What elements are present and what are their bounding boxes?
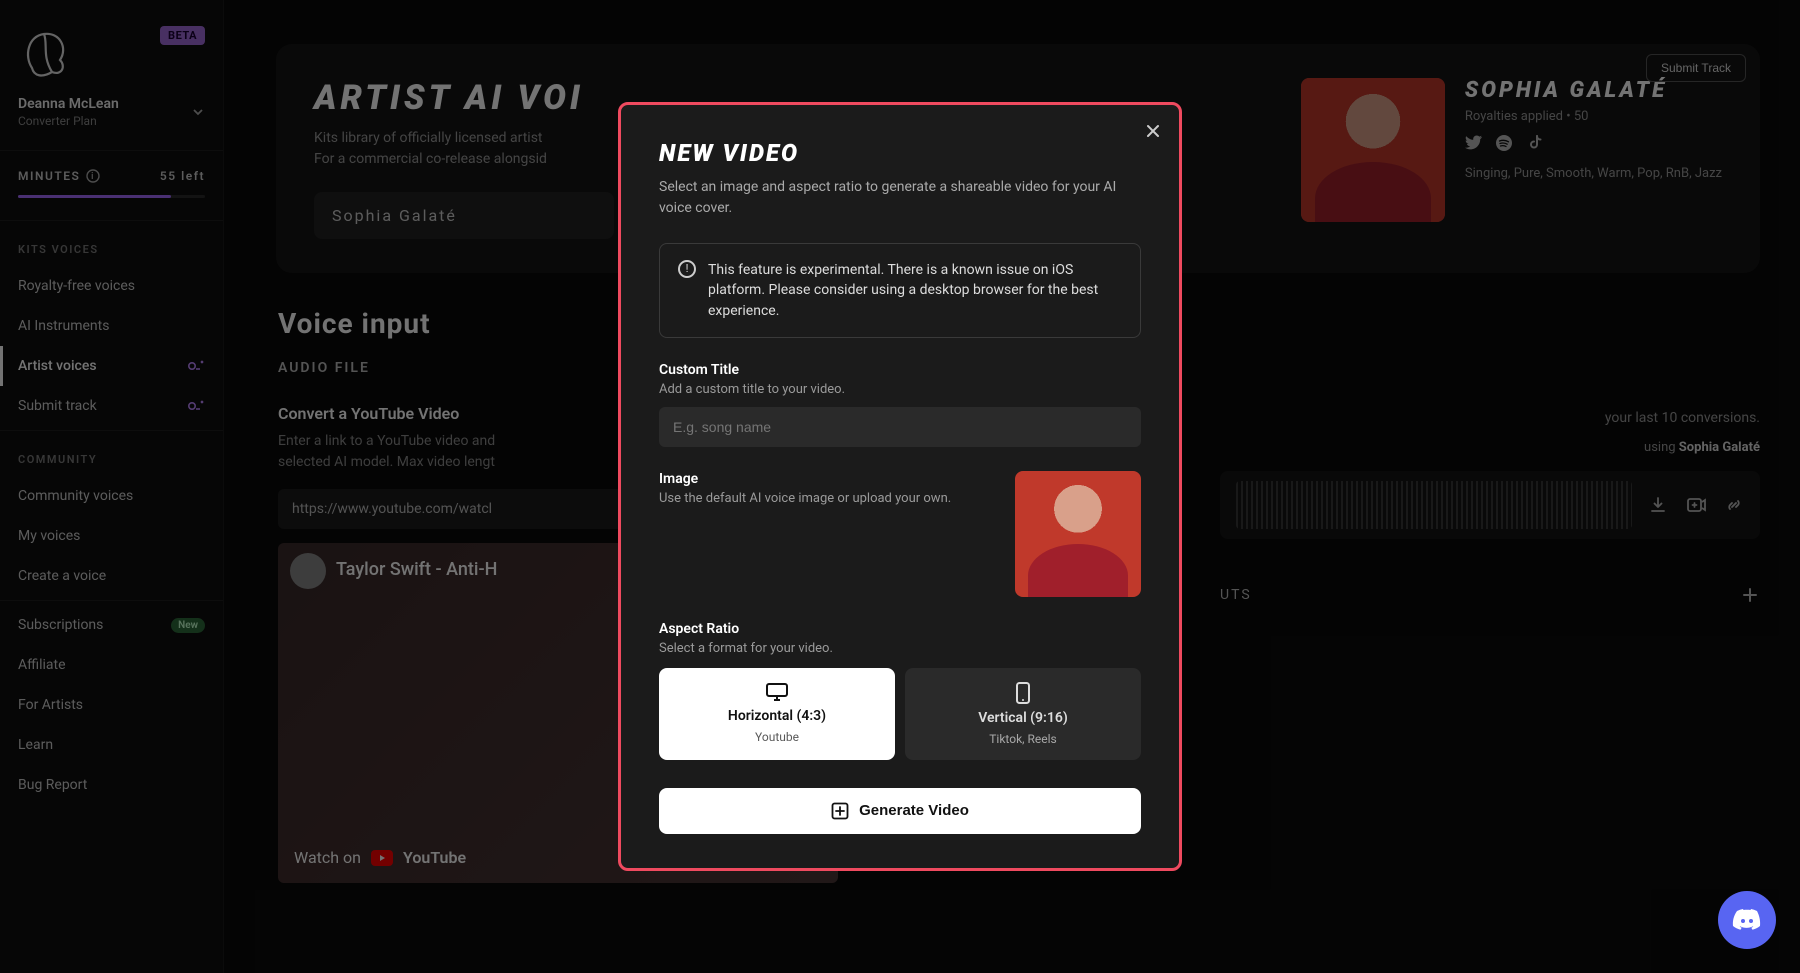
custom-title-help: Add a custom title to your video. xyxy=(659,382,1141,397)
warning-icon: ! xyxy=(678,260,696,278)
aspect-vertical[interactable]: Vertical (9:16) Tiktok, Reels xyxy=(905,668,1141,760)
generate-icon xyxy=(831,802,849,820)
experimental-warning: ! This feature is experimental. There is… xyxy=(659,243,1141,338)
aspect-help: Select a format for your video. xyxy=(659,641,1141,656)
new-video-modal: NEW VIDEO Select an image and aspect rat… xyxy=(618,102,1182,871)
video-image-preview[interactable] xyxy=(1015,471,1141,597)
aspect-horizontal[interactable]: Horizontal (4:3) Youtube xyxy=(659,668,895,760)
generate-video-button[interactable]: Generate Video xyxy=(659,788,1141,834)
phone-icon xyxy=(1015,682,1031,704)
modal-overlay: NEW VIDEO Select an image and aspect rat… xyxy=(0,0,1800,973)
monitor-icon xyxy=(765,682,789,702)
custom-title-input[interactable] xyxy=(659,407,1141,447)
image-label: Image xyxy=(659,471,951,487)
close-icon[interactable] xyxy=(1145,123,1161,139)
modal-title: NEW VIDEO xyxy=(659,139,1141,167)
discord-button[interactable] xyxy=(1718,891,1776,949)
custom-title-label: Custom Title xyxy=(659,362,1141,378)
modal-subtitle: Select an image and aspect ratio to gene… xyxy=(659,177,1141,219)
aspect-label: Aspect Ratio xyxy=(659,621,1141,637)
image-help: Use the default AI voice image or upload… xyxy=(659,491,951,506)
discord-icon xyxy=(1732,908,1762,932)
